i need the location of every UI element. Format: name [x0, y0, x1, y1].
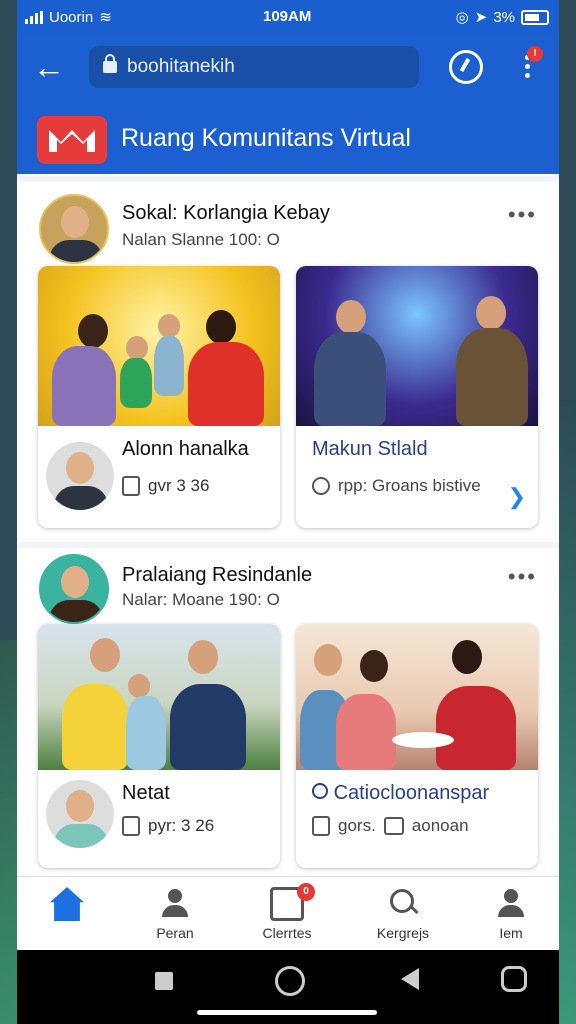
card-meta: gors. aonoan [312, 816, 469, 836]
card-title-text: Catiocloonanspar [333, 782, 490, 804]
system-nav-bar [17, 950, 559, 1024]
more-options-button[interactable]: ! [517, 46, 543, 84]
nav-label: Peran [156, 925, 194, 941]
home-indicator[interactable] [197, 1010, 377, 1015]
card-meta: gvr 3 36 [122, 476, 209, 496]
media-card[interactable]: Catiocloonanspar gors. aonoan [296, 624, 538, 868]
post-menu-icon[interactable]: ••• [508, 564, 537, 590]
notification-badge: 0 [297, 883, 315, 901]
chart-icon [312, 816, 330, 836]
assistant-icon[interactable] [501, 966, 527, 992]
card-meta: rpp: Groans bistive [312, 476, 481, 496]
nav-search[interactable]: Kergrejs [353, 887, 453, 941]
image-icon [383, 817, 404, 835]
back-arrow-icon[interactable]: ← [33, 51, 67, 86]
media-card[interactable]: Alonn hanalka gvr 3 36 [38, 266, 280, 528]
bottom-nav: Peran 0 Clerrtes Kergrejs Iem [17, 876, 559, 951]
phone-screen: Uoorin ≋ 109AM ◎ ➤ 3% ← boohitanekih ! R… [17, 0, 559, 1024]
verified-icon [312, 477, 330, 495]
status-bar: Uoorin ≋ 109AM ◎ ➤ 3% [17, 0, 559, 34]
card-meta-b: aonoan [411, 816, 469, 835]
media-card[interactable]: Makun Stlald rpp: Groans bistive ❯ [296, 266, 538, 528]
card-title: Makun Stlald [312, 438, 428, 460]
wifi-icon: ≋ [99, 9, 112, 26]
author-avatar[interactable] [46, 442, 114, 510]
nav-label: Kergrejs [376, 925, 430, 941]
notification-badge: ! [527, 46, 543, 62]
app-bar: ← boohitanekih ! Ruang Komunitans Virtua… [17, 34, 559, 174]
nav-label: Clerrtes [262, 925, 312, 941]
post-card: Sokal: Korlangia Kebay Nalan Slanne 100:… [17, 182, 559, 542]
post-title[interactable]: Sokal: Korlangia Kebay [122, 202, 330, 225]
card-image [38, 266, 280, 426]
signal-icon [25, 10, 43, 24]
author-avatar[interactable] [46, 780, 114, 848]
card-image [38, 624, 280, 770]
verified-icon [312, 783, 328, 799]
card-image [296, 266, 538, 426]
card-meta: pyr: 3 26 [122, 816, 214, 836]
post-meta: Nalar: Moane 190: O [122, 590, 280, 609]
nav-profile[interactable]: Iem [461, 887, 559, 941]
carrier-name: Uoorin [49, 8, 94, 26]
nav-label: Iem [499, 925, 523, 941]
compass-icon[interactable] [449, 50, 483, 84]
card-title: Alonn hanalka [122, 438, 249, 460]
document-icon [122, 476, 140, 496]
page-title: Ruang Komunitans Virtual [121, 124, 411, 152]
status-time: 109AM [263, 8, 312, 25]
avatar[interactable] [39, 554, 109, 624]
nav-home[interactable] [17, 887, 117, 925]
card-image [296, 624, 538, 770]
media-card[interactable]: Netat pyr: 3 26 [38, 624, 280, 868]
back-triangle-icon[interactable] [401, 968, 419, 990]
card-meta-text: gvr 3 36 [148, 476, 210, 495]
post-menu-icon[interactable]: ••• [508, 202, 537, 228]
card-meta-a: gors. [338, 816, 376, 835]
location-icon: ➤ [474, 9, 488, 26]
nav-people[interactable]: Peran [125, 887, 225, 941]
lock-icon [103, 54, 117, 73]
people-icon [158, 887, 192, 921]
alarm-icon: ◎ [455, 9, 469, 26]
battery-percent: 3% [493, 8, 515, 26]
brand-mark-icon [49, 130, 95, 152]
card-meta-text: rpp: Groans bistive [338, 476, 481, 495]
feed: Sokal: Korlangia Kebay Nalan Slanne 100:… [17, 176, 559, 882]
url-text: boohitanekih [127, 56, 235, 77]
battery-icon [521, 9, 549, 25]
home-circle-icon[interactable] [275, 966, 305, 996]
recents-icon[interactable] [155, 972, 173, 990]
document-icon [122, 816, 140, 836]
search-icon [386, 887, 420, 921]
url-bar[interactable]: boohitanekih [89, 46, 419, 88]
card-meta-text: pyr: 3 26 [148, 816, 215, 835]
nav-documents[interactable]: 0 Clerrtes [237, 883, 337, 941]
profile-icon [494, 887, 528, 921]
avatar[interactable] [39, 194, 109, 264]
chevron-right-icon[interactable]: ❯ [508, 484, 526, 510]
post-meta: Nalan Slanne 100: O [122, 230, 280, 249]
card-title: Netat [122, 782, 170, 804]
brand-logo [37, 116, 107, 164]
post-title[interactable]: Pralaiang Resindanle [122, 564, 312, 587]
post-card: Pralaiang Resindanle Nalar: Moane 190: O… [17, 542, 559, 882]
card-title: Catiocloonanspar [312, 782, 489, 805]
home-icon [50, 887, 84, 921]
